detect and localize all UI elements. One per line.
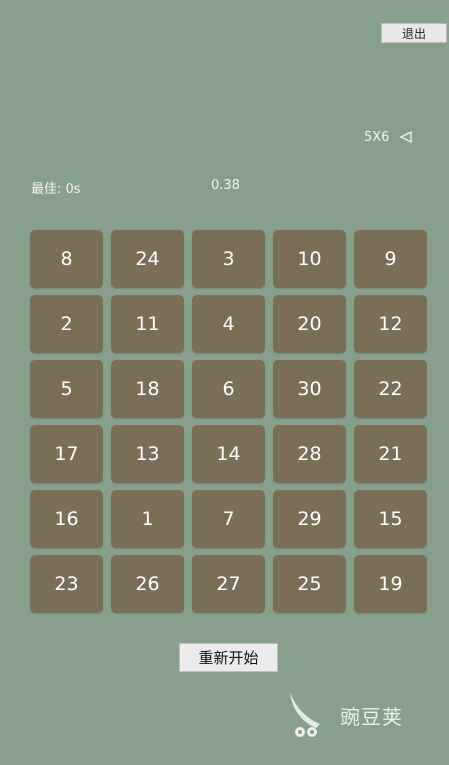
exit-button[interactable]: 退出 <box>381 23 447 43</box>
puzzle-tile[interactable]: 6 <box>192 360 265 418</box>
puzzle-tile[interactable]: 30 <box>273 360 346 418</box>
wandoujia-logo-icon <box>290 692 320 737</box>
grid-size-label: 5X6 <box>364 129 390 145</box>
puzzle-tile[interactable]: 7 <box>192 490 265 548</box>
restart-button[interactable]: 重新开始 <box>179 643 278 672</box>
puzzle-tile[interactable]: 22 <box>354 360 427 418</box>
puzzle-tile[interactable]: 29 <box>273 490 346 548</box>
puzzle-tile[interactable]: 23 <box>30 555 103 613</box>
puzzle-tile[interactable]: 26 <box>111 555 184 613</box>
puzzle-tile[interactable]: 18 <box>111 360 184 418</box>
puzzle-tile[interactable]: 24 <box>111 230 184 288</box>
watermark-text: 豌豆荚 <box>340 704 403 729</box>
puzzle-tile[interactable]: 8 <box>30 230 103 288</box>
puzzle-tile[interactable]: 2 <box>30 295 103 353</box>
puzzle-tile[interactable]: 12 <box>354 295 427 353</box>
best-time: 最佳: 0s <box>31 182 81 197</box>
puzzle-board: 8 24 3 10 9 2 11 4 20 12 5 18 6 30 22 17 13 14 28 21 16 1 7 29 1… <box>30 230 427 613</box>
puzzle-tile[interactable]: 9 <box>354 230 427 288</box>
grid-size-selector[interactable]: 5X6 <box>364 127 413 147</box>
puzzle-tile[interactable]: 11 <box>111 295 184 353</box>
watermark: 豌豆荚 <box>286 688 426 742</box>
current-timer: 0.38 <box>211 178 240 193</box>
puzzle-tile[interactable]: 28 <box>273 425 346 483</box>
puzzle-tile[interactable]: 20 <box>273 295 346 353</box>
triangle-left-icon[interactable] <box>399 130 413 144</box>
puzzle-tile[interactable]: 21 <box>354 425 427 483</box>
puzzle-tile[interactable]: 1 <box>111 490 184 548</box>
puzzle-tile[interactable]: 4 <box>192 295 265 353</box>
puzzle-tile[interactable]: 3 <box>192 230 265 288</box>
puzzle-tile[interactable]: 14 <box>192 425 265 483</box>
puzzle-tile[interactable]: 19 <box>354 555 427 613</box>
puzzle-tile[interactable]: 27 <box>192 555 265 613</box>
puzzle-tile[interactable]: 17 <box>30 425 103 483</box>
puzzle-tile[interactable]: 13 <box>111 425 184 483</box>
puzzle-tile[interactable]: 16 <box>30 490 103 548</box>
puzzle-tile[interactable]: 10 <box>273 230 346 288</box>
puzzle-tile[interactable]: 5 <box>30 360 103 418</box>
puzzle-tile[interactable]: 25 <box>273 555 346 613</box>
puzzle-tile[interactable]: 15 <box>354 490 427 548</box>
